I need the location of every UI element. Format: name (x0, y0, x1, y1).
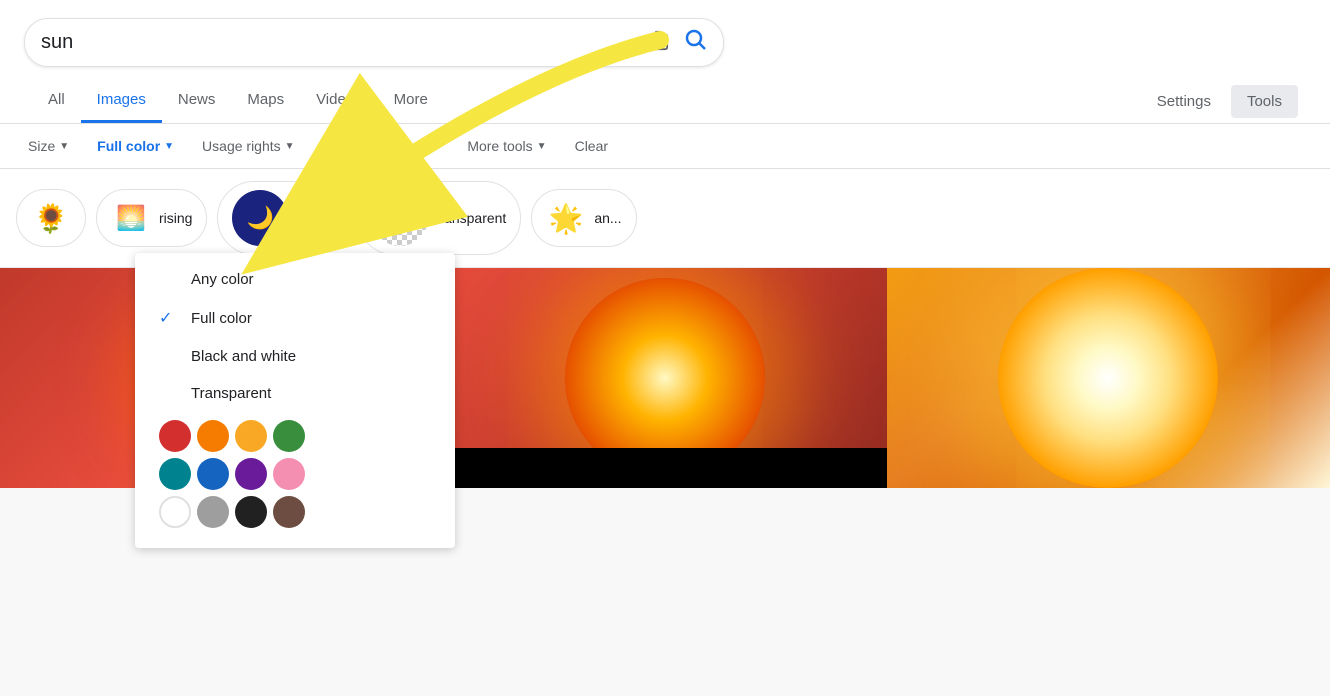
dropdown-item-any-color[interactable]: Any color (135, 261, 455, 298)
black-white-label: Black and white (191, 348, 296, 365)
chip-transparent-image: ⭐ (372, 190, 428, 246)
related-chip-moon[interactable]: 🌙 moon (217, 181, 346, 255)
chip-last-label: an... (594, 210, 621, 226)
transparent-label: Transparent (191, 385, 271, 402)
search-bar-row (24, 18, 1306, 67)
dropdown-item-full-color[interactable]: ✓ Full color (135, 298, 455, 338)
color-swatch-pink[interactable] (273, 458, 305, 490)
nav-tabs: All Images News Maps Videos More Setting… (24, 79, 1306, 123)
color-arrow-icon: ▼ (164, 141, 174, 152)
size-filter[interactable]: Size ▼ (16, 132, 81, 160)
tab-news[interactable]: News (162, 79, 232, 123)
color-swatch-teal[interactable] (159, 458, 191, 490)
camera-icon[interactable] (647, 29, 669, 57)
color-swatch-gray[interactable] (197, 496, 229, 528)
any-color-label: Any color (191, 271, 254, 288)
chip-rising-image: 🌅 (111, 198, 151, 238)
tab-more[interactable]: More (378, 79, 444, 123)
color-swatch-white[interactable] (159, 496, 191, 528)
color-swatch-yellow[interactable] (235, 420, 267, 452)
type-arrow-icon: ▼ (357, 141, 367, 152)
image-result-2[interactable] (443, 268, 886, 488)
time-arrow-icon: ▼ (429, 141, 439, 152)
usage-arrow-icon: ▼ (285, 141, 295, 152)
search-input[interactable] (41, 31, 639, 54)
tab-videos[interactable]: Videos (300, 79, 378, 123)
color-swatch-black[interactable] (235, 496, 267, 528)
search-icon[interactable] (683, 27, 707, 58)
color-swatch-green[interactable] (273, 420, 305, 452)
color-swatches (135, 412, 455, 540)
search-icons (647, 27, 707, 58)
search-box (24, 18, 724, 67)
chip-sun-image: 🌻 (31, 198, 71, 238)
dropdown-item-black-white[interactable]: Black and white (135, 338, 455, 375)
chip-last-image: 🌟 (546, 198, 586, 238)
color-swatch-brown[interactable] (273, 496, 305, 528)
related-chip-last[interactable]: 🌟 an... (531, 189, 636, 247)
related-chip-transparent[interactable]: ⭐ transparent (357, 181, 522, 255)
color-dropdown: Any color ✓ Full color Black and white T… (135, 253, 455, 548)
related-chip-rising[interactable]: 🌅 rising (96, 189, 207, 247)
search-area: All Images News Maps Videos More Setting… (0, 0, 1330, 124)
chip-moon-label: moon (296, 210, 331, 226)
more-tools-arrow-icon: ▼ (537, 141, 547, 152)
color-swatch-orange[interactable] (197, 420, 229, 452)
related-chip-sun[interactable]: 🌻 (16, 189, 86, 247)
type-filter[interactable]: Type ▼ (311, 132, 379, 160)
tools-button[interactable]: Tools (1231, 85, 1298, 118)
dropdown-item-transparent[interactable]: Transparent (135, 375, 455, 412)
chip-moon-image: 🌙 (232, 190, 288, 246)
filter-row: Size ▼ Full color ▼ Usage rights ▼ Type … (0, 124, 1330, 169)
full-color-label: Full color (191, 310, 252, 327)
chip-transparent-label: transparent (436, 210, 507, 226)
time-filter[interactable]: Time ▼ (383, 132, 452, 160)
more-tools-filter[interactable]: More tools ▼ (455, 132, 558, 160)
clear-button[interactable]: Clear (563, 132, 620, 160)
tab-maps[interactable]: Maps (231, 79, 300, 123)
tab-images[interactable]: Images (81, 79, 162, 123)
check-icon-full: ✓ (159, 308, 179, 328)
tab-all[interactable]: All (32, 79, 81, 123)
settings-button[interactable]: Settings (1141, 85, 1227, 118)
color-swatch-blue[interactable] (197, 458, 229, 490)
color-swatch-red[interactable] (159, 420, 191, 452)
color-swatch-purple[interactable] (235, 458, 267, 490)
chip-rising-label: rising (159, 210, 192, 226)
usage-filter[interactable]: Usage rights ▼ (190, 132, 307, 160)
size-arrow-icon: ▼ (59, 141, 69, 152)
image-result-3[interactable] (887, 268, 1330, 488)
color-filter[interactable]: Full color ▼ (85, 132, 186, 160)
